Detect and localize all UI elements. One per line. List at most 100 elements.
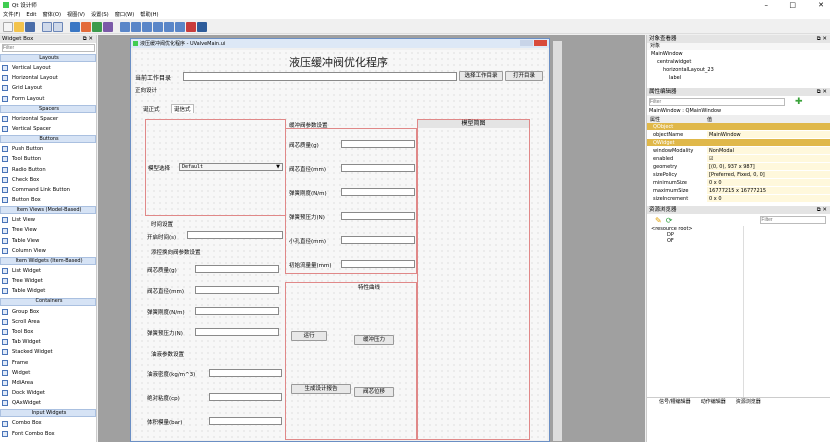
vertical-scrollbar[interactable] [553, 41, 562, 441]
layout-grid-icon[interactable] [164, 21, 174, 32]
property-value[interactable]: NonModal [707, 147, 830, 154]
object-tree-node[interactable]: horizontalLayout_23 [651, 66, 830, 74]
new-file-icon[interactable] [3, 21, 13, 32]
bottom-tab[interactable]: 动作编辑器 [701, 398, 726, 405]
edit-buddies-icon[interactable] [92, 21, 102, 32]
workdir-input[interactable] [183, 72, 457, 81]
edit-widgets-icon[interactable] [70, 21, 80, 32]
param-input[interactable] [195, 328, 279, 336]
param-input[interactable] [195, 286, 279, 294]
send-back-icon[interactable] [42, 21, 52, 32]
param-input[interactable] [209, 393, 282, 401]
widget-box-item[interactable]: List View [0, 215, 96, 225]
widget-box-item[interactable]: Group Box [0, 307, 96, 317]
property-value[interactable]: [Preferred, Fixed, 0, 0] [707, 171, 830, 178]
widget-box-item[interactable]: Tree View [0, 225, 96, 235]
widget-box-item[interactable]: Vertical Layout [0, 63, 96, 73]
widget-box-item[interactable]: Push Button [0, 144, 96, 154]
widget-box-item[interactable]: Tree Widget [0, 276, 96, 286]
param-input[interactable] [341, 260, 415, 268]
pressure-button[interactable]: 缓冲压力 [354, 335, 394, 345]
widget-category[interactable]: Containers [0, 297, 96, 306]
add-property-icon[interactable]: ✚ [795, 97, 803, 107]
widget-box-item[interactable]: MdiArea [0, 378, 96, 388]
widget-box-item[interactable]: Scroll Area [0, 317, 96, 327]
displacement-button[interactable]: 阀芯位移 [354, 387, 394, 397]
property-row[interactable]: windowModality NonModal [647, 147, 830, 155]
tab-trial[interactable]: 诞信式 [171, 104, 194, 113]
property-row[interactable]: sizeIncrement 0 x 0 [647, 195, 830, 203]
widget-box-item[interactable]: List Widget [0, 266, 96, 276]
widget-box-item[interactable]: Dock Widget [0, 388, 96, 398]
bottom-tab[interactable]: 资源浏览器 [736, 398, 761, 405]
param-input[interactable] [341, 188, 415, 196]
property-row[interactable]: enabled ☑ [647, 155, 830, 163]
param-input[interactable] [195, 307, 279, 315]
layout-v-icon[interactable] [131, 21, 141, 32]
object-tree-node[interactable]: label [651, 74, 830, 82]
widget-box-item[interactable]: Form Layout [0, 94, 96, 104]
menu-item[interactable]: 视图(V) [67, 11, 85, 18]
property-table[interactable]: QObject objectName MainWindow QWidget window… [647, 123, 830, 203]
param-input[interactable] [209, 417, 282, 425]
edit-signals-icon[interactable] [81, 21, 91, 32]
object-tree-node[interactable]: MainWindow [651, 50, 830, 58]
menu-item[interactable]: 帮助(H) [140, 11, 158, 18]
tab-normal[interactable]: 诞正式 [143, 105, 160, 113]
widget-box-item[interactable]: Horizontal Spacer [0, 114, 96, 124]
bottom-tab[interactable]: 信号/槽编辑器 [659, 398, 691, 405]
menu-item[interactable]: 窗体(O) [42, 11, 61, 18]
widget-box-item[interactable]: Check Box [0, 175, 96, 185]
open-folder-icon[interactable] [14, 21, 24, 32]
widget-box-item[interactable]: Tool Box [0, 327, 96, 337]
menu-item[interactable]: 窗口(W) [115, 11, 135, 18]
property-value[interactable] [707, 139, 830, 146]
property-value[interactable]: [(0, 0), 937 x 987] [707, 163, 830, 170]
widget-box-item[interactable]: Tool Button [0, 154, 96, 164]
object-tree-node[interactable]: centralwidget [651, 58, 830, 66]
resource-tree[interactable]: <resource root> DP OF [647, 226, 743, 397]
widget-filter-input[interactable] [2, 44, 95, 52]
resource-item[interactable]: OF [667, 238, 743, 244]
param-input[interactable] [341, 140, 415, 148]
widget-box-item[interactable]: Vertical Spacer [0, 124, 96, 134]
widget-box-item[interactable]: Font Combo Box [0, 429, 96, 439]
widget-box-item[interactable]: Grid Layout [0, 83, 96, 93]
widget-box-item[interactable]: Widget [0, 368, 96, 378]
edit-taborder-icon[interactable] [103, 21, 113, 32]
close-button[interactable]: ✕ [818, 1, 824, 9]
open-time-input[interactable] [187, 231, 283, 239]
minimize-button[interactable]: – [765, 1, 769, 9]
report-button[interactable]: 生成设计报告 [291, 384, 351, 394]
break-layout-icon[interactable] [186, 21, 196, 32]
form-close-button[interactable] [534, 40, 547, 46]
property-row[interactable]: QWidget [647, 139, 830, 147]
widget-category[interactable]: Input Widgets [0, 409, 96, 418]
property-row[interactable]: objectName MainWindow [647, 131, 830, 139]
resource-filter-input[interactable] [760, 216, 827, 224]
edit-resources-icon[interactable]: ✎ [655, 216, 662, 225]
widget-category[interactable]: Buttons [0, 135, 96, 144]
property-row[interactable]: geometry [(0, 0), 937 x 987] [647, 163, 830, 171]
form-minimize-button[interactable] [520, 40, 533, 46]
property-value[interactable]: MainWindow [707, 131, 830, 138]
widget-box-item[interactable]: Button Box [0, 195, 96, 205]
maximize-button[interactable]: □ [789, 1, 796, 9]
widget-box-item[interactable]: Combo Box [0, 418, 96, 428]
bring-front-icon[interactable] [53, 21, 63, 32]
object-tree[interactable]: MainWindow centralwidget horizontalLayout_… [647, 50, 830, 88]
widget-box-item[interactable]: Table View [0, 236, 96, 246]
property-row[interactable]: minimumSize 0 x 0 [647, 179, 830, 187]
widget-category[interactable]: Spacers [0, 104, 96, 113]
widget-box-item[interactable]: Stacked Widget [0, 347, 96, 357]
widget-category[interactable]: Item Widgets (Item-Based) [0, 257, 96, 265]
property-filter-input[interactable] [649, 98, 785, 106]
menu-item[interactable]: 设置(S) [91, 11, 109, 18]
param-input[interactable] [209, 369, 282, 377]
widget-box-item[interactable]: Frame [0, 358, 96, 368]
model-select-combo[interactable]: Default ▼ [179, 163, 283, 171]
property-row[interactable]: sizePolicy [Preferred, Fixed, 0, 0] [647, 171, 830, 179]
property-value[interactable]: 16777215 x 16777215 [707, 187, 830, 194]
param-input[interactable] [341, 164, 415, 172]
widget-box-item[interactable]: Tab Widget [0, 337, 96, 347]
